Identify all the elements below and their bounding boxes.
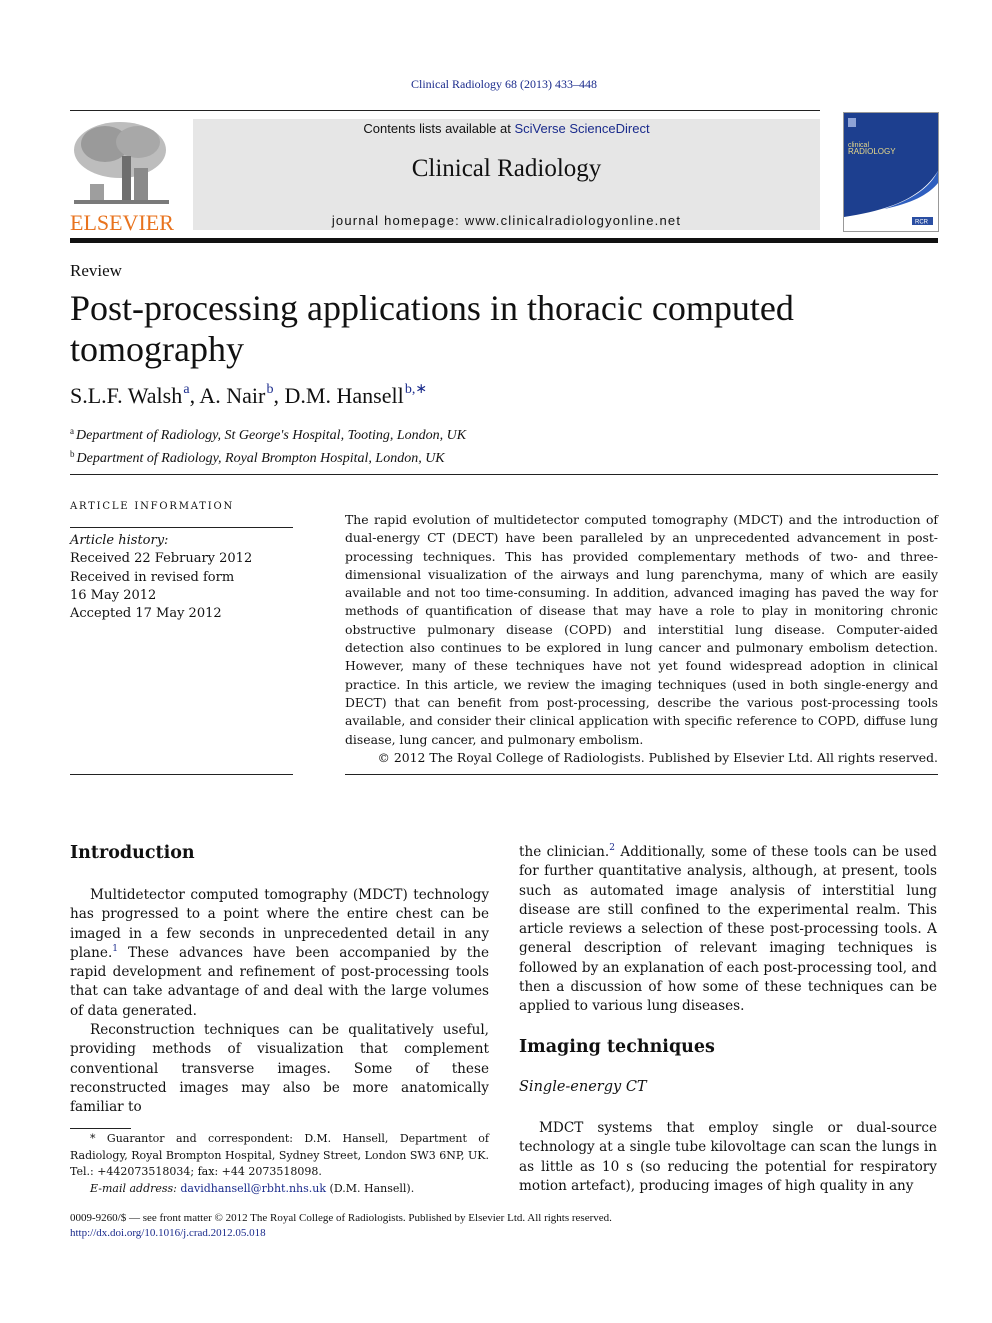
elsevier-wordmark: ELSEVIER <box>70 210 174 235</box>
article-type-label: Review <box>70 261 122 280</box>
article-history-item: Received in revised form <box>70 569 235 585</box>
paragraph: MDCT systems that employ single or dual-… <box>519 1120 937 1194</box>
footnote-email-line: E-mail address: davidhansell@rbht.nhs.uk… <box>90 1181 415 1195</box>
section-heading-imaging-techniques: Imaging techniques <box>519 1037 715 1057</box>
doi-link[interactable]: http://dx.doi.org/10.1016/j.crad.2012.05… <box>70 1226 612 1241</box>
affiliation-item: a Department of Radiology, St George's Ho… <box>70 426 467 443</box>
contents-availability-line: Contents lists available at SciVerse Sci… <box>193 121 820 136</box>
article-history-item: Accepted 17 May 2012 <box>70 606 222 622</box>
journal-homepage[interactable]: journal homepage: www.clinicalradiologyo… <box>193 213 820 228</box>
author-name: D.M. Hansell <box>284 383 404 408</box>
body-column-left: Multidetector computed tomography (MDCT)… <box>70 886 489 1118</box>
body-column-right-continued: MDCT systems that employ single or dual-… <box>519 1119 937 1196</box>
cover-title-line2: RADIOLOGY <box>848 147 896 156</box>
subsection-heading-single-energy-ct: Single-energy CT <box>519 1079 647 1095</box>
article-history-label: Article history: <box>70 533 169 548</box>
journal-name: Clinical Radiology <box>411 155 602 182</box>
abstract: The rapid evolution of multidetector com… <box>345 511 938 767</box>
journal-citation-link[interactable]: Clinical Radiology 68 (2013) 433–448 <box>0 77 992 92</box>
article-history: Article history: Received 22 February 20… <box>70 532 252 623</box>
article-title: Post-processing applications in thoracic… <box>70 288 794 369</box>
sciencedirect-link[interactable]: SciVerse ScienceDirect <box>514 121 649 136</box>
header-top-rule <box>70 110 820 111</box>
correspondence-footnote: * Guarantor and correspondent: D.M. Hans… <box>70 1131 489 1197</box>
article-info-rule-top <box>70 527 293 528</box>
footnote-rule <box>70 1128 131 1129</box>
article-info-heading: ARTICLE INFORMATION <box>70 501 235 512</box>
author-email-link[interactable]: davidhansell@rbht.nhs.uk <box>180 1182 326 1195</box>
article-info-rule-bottom <box>70 774 293 775</box>
article-history-item: Received 22 February 2012 <box>70 551 253 567</box>
cover-rcr-badge: RCR <box>915 220 929 226</box>
paragraph: the clinician.2 Additionally, some of th… <box>519 843 938 1015</box>
author-list: S.L.F. Walsh a, A. Nair b, D.M. Hansell … <box>70 382 428 408</box>
section-heading-introduction: Introduction <box>70 843 195 863</box>
header-bottom-rule <box>70 238 938 243</box>
affiliation-item: b Department of Radiology, Royal Brompton… <box>70 449 445 466</box>
journal-cover-image: clinical RADIOLOGY RCR <box>843 112 939 232</box>
paragraph: Reconstruction techniques can be qualita… <box>70 1022 489 1116</box>
front-matter-rule <box>70 474 938 475</box>
contents-prefix: Contents lists available at <box>363 121 515 136</box>
page-footer: 0009-9260/$ — see front matter © 2012 Th… <box>70 1211 612 1241</box>
author-affiliation-link[interactable]: b <box>265 382 274 397</box>
abstract-text: The rapid evolution of multidetector com… <box>345 512 938 747</box>
author-affiliation-link[interactable]: b,∗ <box>404 382 427 397</box>
article-history-item: 16 May 2012 <box>70 587 157 603</box>
body-column-right: the clinician.2 Additionally, some of th… <box>519 843 937 1017</box>
author-name: A. Nair <box>199 383 266 408</box>
author-affiliation-link[interactable]: a <box>182 382 189 397</box>
issn-copyright-line: 0009-9260/$ — see front matter © 2012 Th… <box>70 1212 612 1224</box>
footnote-text: * Guarantor and correspondent: D.M. Hans… <box>70 1132 489 1178</box>
affiliation-list: a Department of Radiology, St George's Ho… <box>70 422 466 468</box>
abstract-copyright: © 2012 The Royal College of Radiologists… <box>377 749 938 765</box>
abstract-rule <box>345 774 938 775</box>
paragraph: Multidetector computed tomography (MDCT)… <box>70 887 489 1019</box>
author-name: S.L.F. Walsh <box>70 383 183 408</box>
